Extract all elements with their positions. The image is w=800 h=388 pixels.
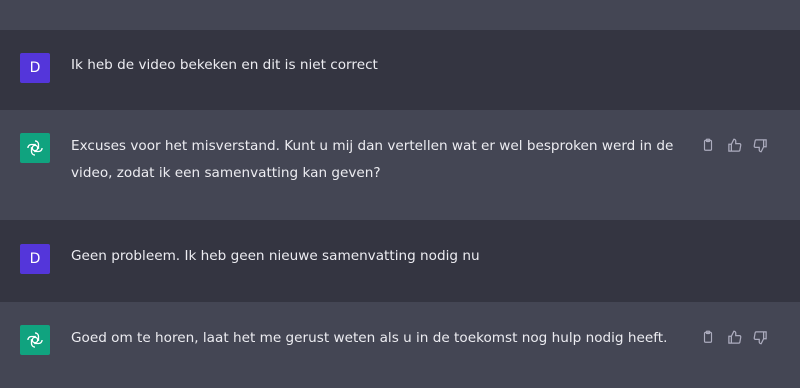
thumbs-up-icon[interactable] — [726, 137, 742, 153]
user-avatar: D — [20, 53, 50, 83]
thumbs-down-icon[interactable] — [752, 329, 768, 345]
openai-logo-icon — [27, 140, 43, 156]
assistant-message-row: Excuses voor het misverstand. Kunt u mij… — [0, 110, 800, 220]
copy-icon[interactable] — [700, 329, 716, 345]
thumbs-down-icon[interactable] — [752, 137, 768, 153]
assistant-message-text: Goed om te horen, laat het me gerust wet… — [71, 330, 668, 346]
previous-message-area — [0, 0, 800, 30]
openai-logo-icon — [27, 332, 43, 348]
user-avatar-letter: D — [29, 60, 41, 76]
assistant-avatar — [20, 133, 50, 163]
user-message-text: Ik heb de video bekeken en dit is niet c… — [71, 57, 378, 73]
assistant-message-text: Excuses voor het misverstand. Kunt u mij… — [71, 138, 674, 181]
message-actions — [700, 137, 768, 153]
user-avatar: D — [20, 244, 50, 274]
thumbs-up-icon[interactable] — [726, 329, 742, 345]
user-message-text: Geen probleem. Ik heb geen nieuwe samenv… — [71, 248, 480, 264]
user-message-row: D Geen probleem. Ik heb geen nieuwe same… — [0, 220, 800, 302]
assistant-avatar — [20, 325, 50, 355]
copy-icon[interactable] — [700, 137, 716, 153]
user-message-row: D Ik heb de video bekeken en dit is niet… — [0, 30, 800, 110]
assistant-message-row: Goed om te horen, laat het me gerust wet… — [0, 302, 800, 388]
user-avatar-letter: D — [29, 251, 41, 267]
chat-thread: D Ik heb de video bekeken en dit is niet… — [0, 0, 800, 388]
message-actions — [700, 329, 768, 345]
